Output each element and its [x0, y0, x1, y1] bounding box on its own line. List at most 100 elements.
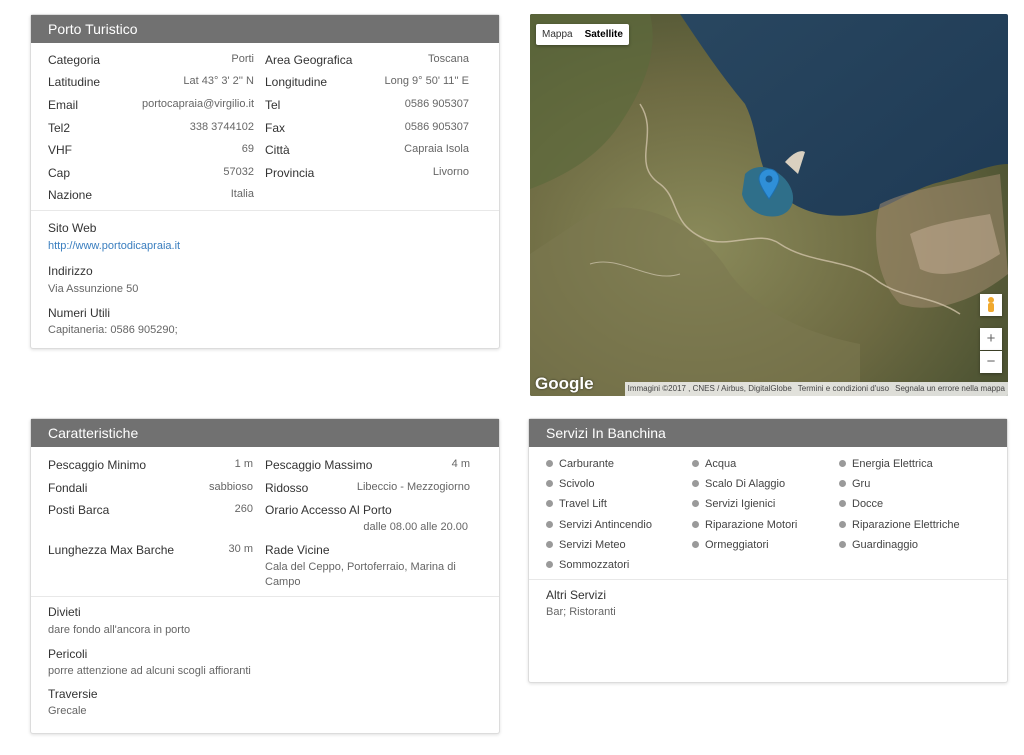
altri-servizi-label: Altri Servizi	[546, 588, 607, 602]
service-label: Acqua	[705, 458, 737, 470]
service-label: Scalo Di Alaggio	[705, 478, 786, 491]
zoom-out-button[interactable]: −	[980, 351, 1002, 373]
service-label: Servizi Antincendio	[559, 518, 652, 531]
traversie-label: Traversie	[48, 687, 98, 701]
map-attribution: Immagini ©2017 , CNES / Airbus, DigitalG…	[627, 384, 792, 393]
info-value: Italia	[230, 188, 254, 200]
map-marker-icon[interactable]	[758, 168, 780, 200]
google-logo: Google	[535, 374, 594, 393]
bullet-icon	[546, 500, 553, 508]
info-label: Lunghezza Max Barche	[48, 543, 175, 557]
service-item: Riparazione Motori	[692, 519, 797, 531]
info-label: Categoria	[48, 53, 101, 67]
info-value: 4 m	[451, 458, 470, 470]
map-terms-link[interactable]: Termini e condizioni d'uso	[798, 382, 889, 396]
info-value: Livorno	[432, 166, 469, 178]
map-type-satellite-button[interactable]: Satellite	[579, 24, 629, 45]
map-type-mappa-button[interactable]: Mappa	[536, 24, 579, 45]
service-item: Servizi Igienici	[692, 498, 775, 510]
bullet-icon	[546, 460, 553, 467]
info-label: Nazione	[48, 188, 93, 202]
info-label: Ridosso	[265, 481, 309, 495]
pericoli-label: Pericoli	[48, 647, 88, 661]
servizi-title: Servizi In Banchina	[529, 419, 1007, 447]
info-value: sabbioso	[208, 481, 253, 493]
service-item: Scalo Di Alaggio	[692, 478, 785, 490]
bullet-icon	[692, 500, 699, 508]
info-value: 260	[234, 503, 253, 515]
service-label: Gru	[852, 478, 871, 491]
sito-web-link[interactable]: http://www.portodicapraia.it	[48, 240, 180, 252]
map-attribution-bar: Immagini ©2017 , CNES / Airbus, DigitalG…	[624, 382, 1008, 396]
rade-vicine-value: Cala del Ceppo, Portoferraio, Marina di …	[265, 561, 456, 588]
info-value: portocapraia@virgilio.it	[141, 98, 254, 110]
map-report-link[interactable]: Segnala un errore nella mappa	[895, 382, 1005, 396]
zoom-in-button[interactable]: +	[980, 328, 1002, 350]
porto-turistico-title: Porto Turistico	[31, 15, 499, 43]
info-label: Fax	[265, 121, 286, 135]
info-value: Capraia Isola	[404, 143, 469, 155]
indirizzo-value: Via Assunzione 50	[48, 283, 139, 295]
bullet-icon	[839, 480, 846, 488]
numeri-utili-label: Numeri Utili	[48, 306, 111, 320]
caratteristiche-panel: Caratteristiche Pescaggio Minimo 1 m Fond…	[30, 418, 500, 734]
info-label: Tel	[265, 98, 281, 112]
info-label: Area Geografica	[265, 53, 353, 67]
service-item: Ormeggiatori	[692, 539, 769, 551]
info-label: Tel2	[48, 121, 71, 135]
bullet-icon	[546, 561, 553, 568]
info-value: Toscana	[428, 53, 469, 65]
satellite-map[interactable]: Mappa Satellite + − Google Immagini ©201…	[530, 14, 1008, 396]
divieti-label: Divieti	[48, 605, 81, 619]
divider	[31, 596, 499, 597]
info-label: Cap	[48, 166, 71, 180]
info-value: Long 9° 50' 11'' E	[384, 75, 469, 87]
info-value: Libeccio - Mezzogiorno	[356, 481, 470, 493]
info-label: VHF	[48, 143, 72, 157]
info-label: Città	[265, 143, 290, 157]
service-label: Riparazione Motori	[705, 518, 798, 531]
service-item: Scivolo	[546, 478, 594, 490]
service-item: Docce	[839, 498, 883, 510]
bullet-icon	[692, 480, 699, 488]
service-item: Travel Lift	[546, 498, 607, 510]
numeri-utili-value: Capitaneria: 0586 905290;	[48, 324, 178, 336]
divider	[31, 210, 499, 211]
service-item: Servizi Antincendio	[546, 519, 652, 531]
service-label: Sommozzatori	[559, 559, 630, 571]
info-value: 30 m	[228, 543, 253, 555]
bullet-icon	[546, 540, 553, 548]
info-label: Latitudine	[48, 75, 101, 89]
service-item: Sommozzatori	[546, 559, 629, 571]
indirizzo-label: Indirizzo	[48, 264, 93, 278]
orario-accesso-label: Orario Accesso Al Porto	[265, 503, 392, 517]
service-label: Ormeggiatori	[705, 538, 769, 551]
info-value: 338 3744102	[189, 121, 254, 133]
service-item: Servizi Meteo	[546, 539, 626, 551]
info-value: 0586 905307	[404, 121, 469, 133]
info-label: Pescaggio Minimo	[48, 458, 147, 472]
satellite-imagery	[530, 14, 1008, 396]
service-label: Scivolo	[559, 478, 595, 491]
service-label: Servizi Igienici	[705, 498, 776, 511]
porto-turistico-panel: Porto Turistico Categoria Porti Latitudin…	[30, 14, 500, 349]
service-label: Carburante	[559, 458, 615, 470]
pegman-icon[interactable]	[980, 294, 1002, 316]
bullet-icon	[839, 520, 846, 528]
service-label: Riparazione Elettriche	[852, 518, 960, 531]
orario-accesso-value: dalle 08.00 alle 20.00	[363, 521, 468, 533]
rade-vicine-label: Rade Vicine	[265, 543, 330, 557]
info-label: Provincia	[265, 166, 315, 180]
bullet-icon	[839, 500, 846, 508]
bullet-icon	[839, 460, 846, 467]
altri-servizi-value: Bar; Ristoranti	[546, 606, 616, 618]
divider	[529, 579, 1007, 580]
info-value: Porti	[231, 53, 254, 65]
info-label: Posti Barca	[48, 503, 110, 517]
info-label: Pescaggio Massimo	[265, 458, 373, 472]
servizi-panel: Servizi In Banchina Carburante Acqua Energ…	[528, 418, 1008, 683]
info-label: Longitudine	[265, 75, 328, 89]
bullet-icon	[546, 480, 553, 488]
service-item: Carburante	[546, 458, 614, 470]
bullet-icon	[839, 540, 846, 548]
